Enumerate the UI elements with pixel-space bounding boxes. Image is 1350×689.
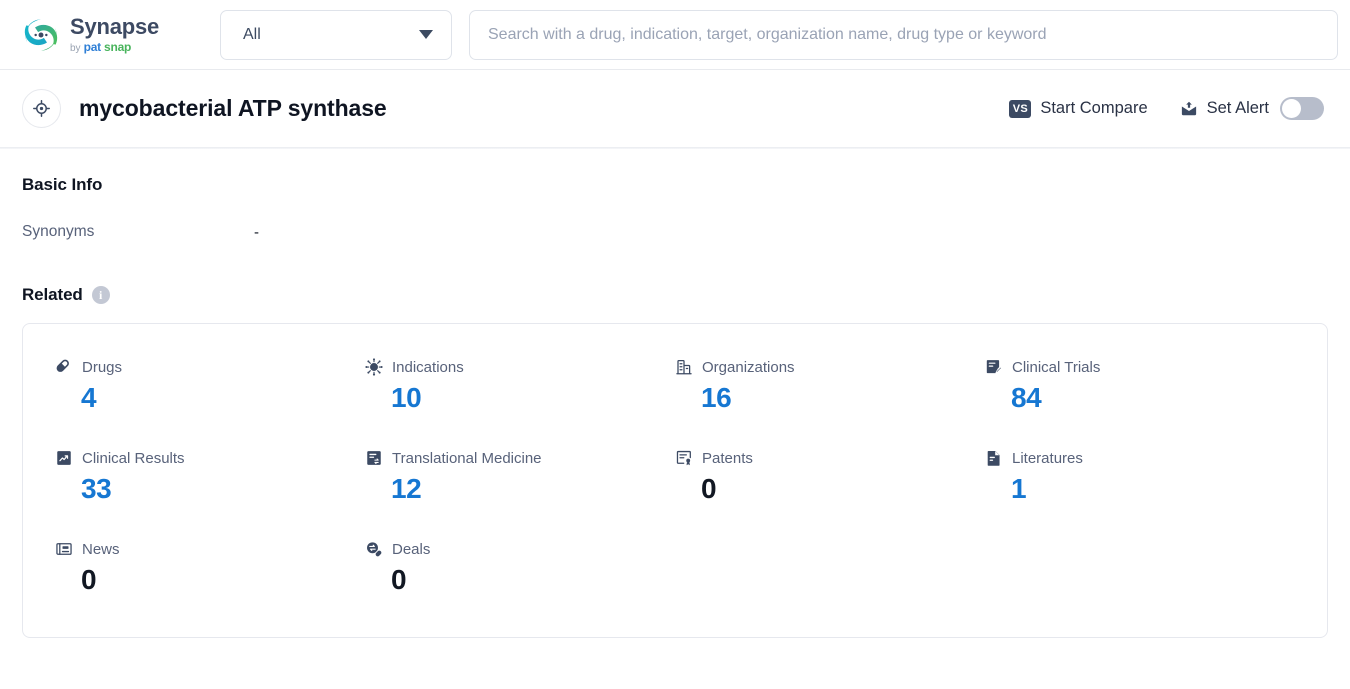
news-icon [55,540,73,558]
stat-label: Clinical Results [82,449,185,467]
stat-value[interactable]: 4 [81,380,365,415]
toggle-knob [1282,99,1301,118]
global-header: Synapse by pat snap All [0,0,1350,70]
synonyms-label: Synonyms [22,223,95,240]
set-alert-label: Set Alert [1206,99,1269,117]
stat-label: Deals [392,540,431,558]
stat-drugs[interactable]: Drugs 4 [55,358,365,415]
brand-company-snap: snap [103,39,132,54]
stat-value[interactable]: 1 [1011,471,1295,506]
stat-deals[interactable]: Deals 0 [365,540,675,597]
vs-icon: VS [1009,99,1032,118]
stat-literatures[interactable]: Literatures 1 [985,449,1295,506]
stat-label: Drugs [82,358,123,376]
chevron-down-icon [419,30,433,39]
related-stats-grid: Drugs 4 Indications 10 Organizations 16 … [23,358,1327,597]
set-alert-control[interactable]: Set Alert [1180,97,1324,120]
clinical-trial-icon [985,358,1003,376]
stat-indications[interactable]: Indications 10 [365,358,675,415]
stat-translational-medicine[interactable]: Translational Medicine 12 [365,449,675,506]
global-search-box[interactable] [469,9,1338,60]
stat-value[interactable]: 0 [81,562,365,597]
stat-label: Organizations [702,358,795,376]
translational-icon [365,449,383,467]
synapse-target-page: Synapse by patsnap All mycobacterial ATP… [0,0,1350,689]
stat-label: Translational Medicine [392,449,542,467]
stat-label: Patents [702,449,753,467]
info-icon[interactable]: i [91,286,110,304]
brand-name: Synapse [70,13,160,39]
set-alert-toggle[interactable] [1280,97,1324,120]
stat-clinical-trials[interactable]: Clinical Trials 84 [985,358,1295,415]
synonyms-row: Synonyms - [22,223,1328,241]
brand-by: by [70,42,81,54]
start-compare-label: Start Compare [1040,99,1148,117]
synonyms-value: - [254,223,259,241]
stat-value[interactable]: 12 [391,471,675,506]
basic-info-heading: Basic Info [22,175,103,194]
search-scope-select[interactable]: All [220,9,452,60]
page-title: mycobacterial ATP synthase [79,95,387,121]
clinical-result-icon [55,449,73,467]
brand-company-pat: pat [83,39,102,54]
deals-icon [365,540,383,558]
mail-alert-icon [1180,100,1198,118]
stat-value[interactable]: 33 [81,471,365,506]
target-icon [22,89,61,128]
stat-label: Clinical Trials [1012,358,1101,376]
related-heading: Related [22,285,83,304]
stat-patents[interactable]: Patents 0 [675,449,985,506]
related-stats-card: Drugs 4 Indications 10 Organizations 16 … [22,323,1328,638]
stat-value[interactable]: 0 [701,471,985,506]
brand-logo[interactable]: Synapse by pat snap [22,13,218,54]
stat-news[interactable]: News 0 [55,540,365,597]
entity-header: mycobacterial ATP synthase VS Start Comp… [0,70,1350,147]
stat-value[interactable]: 84 [1011,380,1295,415]
entity-header-actions: VS Start Compare Set Alert [1009,97,1324,120]
stat-value[interactable]: 0 [391,562,675,597]
patent-icon [675,449,693,467]
stat-label: Indications [392,358,464,376]
literature-icon [985,449,1003,467]
stat-value[interactable]: 16 [701,380,985,415]
stat-label: News [82,540,120,558]
synapse-swirl-logo-icon [22,16,60,54]
related-heading-row: Related i [22,285,1328,305]
stat-clinical-results[interactable]: Clinical Results 33 [55,449,365,506]
virus-icon [365,358,383,376]
stat-organizations[interactable]: Organizations 16 [675,358,985,415]
search-scope-value: All [243,25,261,43]
stat-label: Literatures [1012,449,1083,467]
main-content: Basic Info Synonyms - Related i Drugs 4 … [0,149,1350,638]
building-icon [675,358,693,376]
stat-value[interactable]: 10 [391,380,675,415]
pill-icon [55,358,73,376]
search-input[interactable] [486,24,1321,45]
start-compare-button[interactable]: VS Start Compare [1009,99,1148,118]
